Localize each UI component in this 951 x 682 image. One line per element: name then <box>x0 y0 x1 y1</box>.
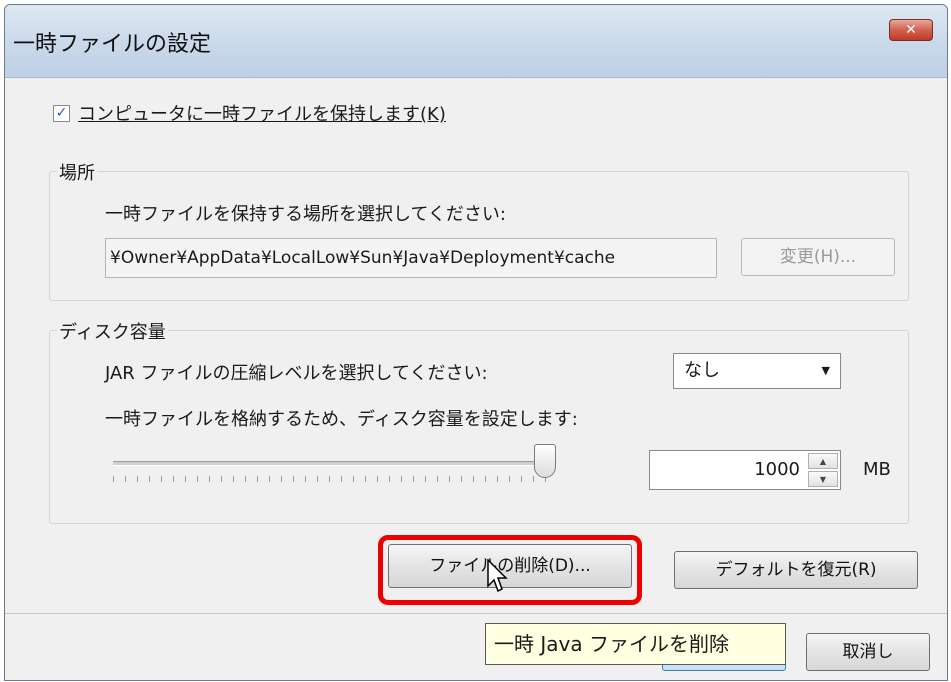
slider-tick <box>233 476 234 482</box>
tooltip: 一時 Java ファイルを削除 <box>485 623 786 665</box>
disk-size-spinbox[interactable]: 1000 ▲ ▼ <box>649 450 841 490</box>
dialog-title: 一時ファイルの設定 <box>13 32 212 57</box>
slider-tick <box>497 476 498 482</box>
slider-tick <box>185 476 186 482</box>
slider-tick <box>161 476 162 482</box>
slider-tick <box>329 476 330 482</box>
size-unit-label: MB <box>863 459 891 480</box>
slider-tick <box>413 476 414 482</box>
slider-tick <box>137 476 138 482</box>
slider-tick <box>509 476 510 482</box>
cache-path-field[interactable]: ¥Owner¥AppData¥LocalLow¥Sun¥Java¥Deploym… <box>105 238 717 278</box>
slider-tick <box>305 476 306 482</box>
location-group-title: 場所 <box>57 159 97 185</box>
temp-files-dialog: 一時ファイルの設定 ✕ ✓ コンピュータに一時ファイルを保持します(K) 場所 … <box>4 4 948 681</box>
slider-tick <box>149 476 150 482</box>
slider-tick <box>449 476 450 482</box>
location-instruction: 一時ファイルを保持する場所を選択してください: <box>105 204 506 225</box>
spin-down-button[interactable]: ▼ <box>808 471 838 487</box>
footer-divider <box>5 613 947 614</box>
keep-files-label[interactable]: コンピュータに一時ファイルを保持します(K) <box>78 100 446 126</box>
disk-space-label: 一時ファイルを格納するため、ディスク容量を設定します: <box>105 409 578 430</box>
disk-space-slider-thumb[interactable] <box>534 444 556 478</box>
slider-tick <box>425 476 426 482</box>
slider-ticks <box>113 476 546 484</box>
compression-label: JAR ファイルの圧縮レベルを選択してください: <box>105 363 488 384</box>
restore-defaults-button[interactable]: デフォルトを復元(R) <box>674 551 918 589</box>
slider-tick <box>113 476 114 482</box>
dropdown-arrow-icon: ▼ <box>821 364 830 377</box>
slider-tick <box>353 476 354 482</box>
slider-tick <box>209 476 210 482</box>
slider-tick <box>485 476 486 482</box>
spin-up-button[interactable]: ▲ <box>808 453 838 469</box>
slider-tick <box>473 476 474 482</box>
slider-tick <box>317 476 318 482</box>
title-bar[interactable]: 一時ファイルの設定 ✕ <box>5 5 947 78</box>
slider-tick <box>521 476 522 482</box>
dialog-content: ✓ コンピュータに一時ファイルを保持します(K) 場所 一時ファイルを保持する場… <box>5 78 947 680</box>
disk-size-value[interactable]: 1000 <box>754 451 800 489</box>
close-icon: ✕ <box>905 22 917 38</box>
slider-tick <box>257 476 258 482</box>
keep-files-option[interactable]: ✓ コンピュータに一時ファイルを保持します(K) <box>53 100 446 126</box>
slider-tick <box>281 476 282 482</box>
slider-tick <box>293 476 294 482</box>
change-location-button[interactable]: 変更(H)... <box>741 238 895 276</box>
close-button[interactable]: ✕ <box>889 19 933 41</box>
compression-level-value: なし <box>684 360 720 381</box>
slider-tick <box>377 476 378 482</box>
location-group <box>49 171 909 301</box>
spin-buttons: ▲ ▼ <box>808 453 838 487</box>
slider-tick <box>245 476 246 482</box>
slider-tick <box>365 476 366 482</box>
cancel-button[interactable]: 取消し <box>806 633 930 671</box>
slider-tick <box>197 476 198 482</box>
slider-tick <box>341 476 342 482</box>
slider-tick <box>461 476 462 482</box>
mouse-cursor-icon <box>487 559 508 593</box>
slider-tick <box>389 476 390 482</box>
keep-files-checkbox[interactable]: ✓ <box>53 104 70 122</box>
slider-tick <box>125 476 126 482</box>
slider-tick <box>437 476 438 482</box>
compression-level-select[interactable]: なし ▼ <box>673 353 841 389</box>
slider-tick <box>173 476 174 482</box>
disk-space-slider-track[interactable] <box>113 461 545 466</box>
disk-space-group-title: ディスク容量 <box>57 318 168 344</box>
slider-tick <box>401 476 402 482</box>
highlight-box <box>378 535 642 605</box>
slider-tick <box>269 476 270 482</box>
checkmark-icon: ✓ <box>55 104 68 121</box>
slider-tick <box>221 476 222 482</box>
slider-tick <box>533 476 534 482</box>
